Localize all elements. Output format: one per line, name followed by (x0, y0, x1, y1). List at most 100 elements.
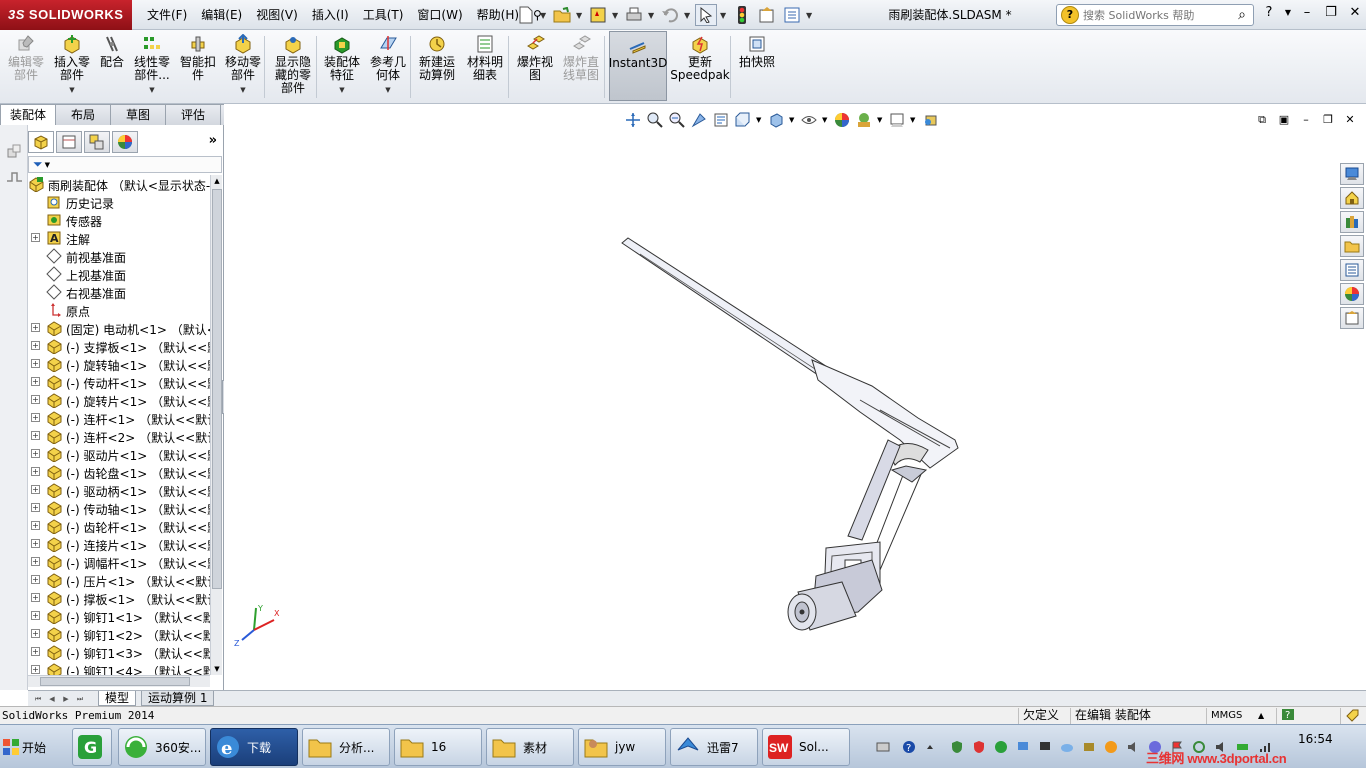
cmd-bom-button[interactable]: 材料明 细表 (462, 34, 508, 100)
doc-close-icon[interactable]: ✕ (1342, 112, 1358, 128)
apply-scene-dropdown-icon[interactable]: ▼ (877, 116, 884, 124)
view-orientation-dropdown-icon[interactable]: ▼ (756, 116, 763, 124)
cm-tab-3[interactable]: 评估 (165, 104, 222, 125)
expand-toggle-icon[interactable]: + (31, 395, 40, 404)
options-dropdown-icon[interactable]: ▼ (806, 11, 814, 20)
zoom-to-area-icon[interactable] (646, 111, 664, 129)
expand-toggle-icon[interactable]: + (31, 629, 40, 638)
sw-resources-icon[interactable] (1340, 163, 1364, 185)
print-icon[interactable] (623, 4, 645, 26)
feature-tree-filter[interactable]: ⏷ ▼ (28, 156, 222, 173)
rebuild-icon[interactable] (731, 4, 753, 26)
menu-item-3[interactable]: 插入(I) (305, 0, 356, 30)
taskbar-button-thunder[interactable]: 迅雷7 (670, 728, 758, 766)
tree-item[interactable]: + (-) 连杆<2> （默认<<默认 (28, 427, 210, 445)
menu-item-5[interactable]: 窗口(W) (410, 0, 469, 30)
tree-item[interactable]: + (-) 旋转片<1> （默认<<默 (28, 391, 210, 409)
hide-show-dropdown-icon[interactable]: ▼ (822, 116, 829, 124)
expand-toggle-icon[interactable]: + (31, 593, 40, 602)
tree-item[interactable]: + (-) 调幅杆<1> （默认<<默 (28, 553, 210, 571)
tree-item[interactable]: + (-) 旋转轴<1> （默认<<默 (28, 355, 210, 373)
cmd-mate-button[interactable]: 配合 (96, 34, 128, 100)
home-icon[interactable] (1340, 187, 1364, 209)
security-tray-icon[interactable] (950, 740, 964, 754)
expand-toggle-icon[interactable]: + (31, 359, 40, 368)
feature-tree-scrollbar[interactable]: ▲ ▼ (210, 175, 222, 675)
cm-tab-2[interactable]: 草图 (110, 104, 167, 125)
print-dropdown-icon[interactable]: ▼ (648, 11, 656, 20)
network-tray-icon[interactable] (1016, 740, 1030, 754)
apply-scene-icon[interactable] (855, 111, 873, 129)
display-tray-icon[interactable] (1038, 740, 1052, 754)
open-document-icon[interactable] (551, 4, 573, 26)
file-explorer-icon[interactable] (1340, 235, 1364, 257)
tree-item[interactable]: + (-) 铆钉1<1> （默认<<默认 (28, 607, 210, 625)
taskbar-button-folder[interactable]: 16 (394, 728, 482, 766)
property-manager-tab-icon[interactable] (56, 131, 82, 153)
view-orientation-icon[interactable] (734, 111, 752, 129)
previous-view-icon[interactable] (668, 111, 686, 129)
minimize-icon[interactable]: – (1298, 4, 1316, 22)
expand-toggle-icon[interactable]: + (31, 521, 40, 530)
units-dropdown-icon[interactable]: ▲ (1254, 708, 1268, 724)
status-help-icon[interactable]: ? (1276, 708, 1299, 724)
expand-toggle-icon[interactable]: + (31, 611, 40, 620)
undo-icon[interactable] (659, 4, 681, 26)
cmd-smart-fastener-button[interactable]: 智能扣 件 (176, 34, 220, 100)
doc-restore-icon[interactable]: ❐ (1320, 112, 1336, 128)
cm-tab-1[interactable]: 布局 (55, 104, 112, 125)
wiper-assembly-model[interactable] (600, 225, 980, 645)
save-dropdown-icon[interactable]: ▼ (612, 11, 620, 20)
taskbar-button-folder[interactable]: 素材 (486, 728, 574, 766)
expand-toggle-icon[interactable]: + (31, 647, 40, 656)
first-tab-icon[interactable]: ⏮ (32, 693, 44, 705)
prev-tab-icon[interactable]: ◀ (46, 693, 58, 705)
cmd-show-hidden-button[interactable]: 显示隐 藏的零 部件 (270, 34, 316, 100)
360-tray-icon[interactable] (994, 740, 1008, 754)
help-tray-icon[interactable]: ? (902, 740, 916, 754)
tree-item[interactable]: 上视基准面 (28, 265, 210, 283)
tree-item[interactable]: + (-) 齿轮盘<1> （默认<<默 (28, 463, 210, 481)
cmd-dropdown-icon[interactable]: ▼ (339, 84, 344, 97)
help-icon[interactable]: ? (1260, 4, 1278, 22)
help-dropdown-icon[interactable]: ▼ (1284, 4, 1292, 22)
scroll-down-icon[interactable]: ▼ (211, 663, 223, 675)
cmd-assembly-feature-button[interactable]: 装配体 特征 ▼ (318, 34, 366, 100)
antivirus-tray-icon[interactable] (972, 740, 986, 754)
edit-appearance-icon[interactable] (833, 111, 851, 129)
tree-item[interactable]: + (-) 齿轮杆<1> （默认<<默 (28, 517, 210, 535)
tray-expand-icon[interactable] (926, 740, 934, 754)
star-tray-icon[interactable] (1104, 740, 1118, 754)
menu-item-1[interactable]: 编辑(E) (194, 0, 249, 30)
feature-tree-hscrollbar[interactable] (28, 675, 210, 687)
expand-toggle-icon[interactable]: + (31, 431, 40, 440)
design-library-icon[interactable] (1340, 211, 1364, 233)
tile-view-icon[interactable]: ⧉ (1254, 112, 1270, 128)
taskbar-button-folder[interactable]: 分析... (302, 728, 390, 766)
section-view-icon[interactable] (690, 111, 708, 129)
start-button[interactable]: 开始 (2, 729, 54, 765)
tree-item[interactable]: + (-) 连接片<1> （默认<<默 (28, 535, 210, 553)
custom-properties-icon[interactable] (1340, 307, 1364, 329)
help-search-input[interactable] (1083, 8, 1231, 22)
cmd-dropdown-icon[interactable]: ▼ (385, 84, 390, 97)
cmd-dropdown-icon[interactable]: ▼ (69, 84, 74, 97)
tree-item[interactable]: 右视基准面 (28, 283, 210, 301)
tree-item[interactable]: + (-) 传动杆<1> （默认<<默 (28, 373, 210, 391)
display-style-dropdown-icon[interactable]: ▼ (789, 116, 796, 124)
configuration-manager-tab-icon[interactable] (84, 131, 110, 153)
cmd-reference-geometry-button[interactable]: 参考几 何体 ▼ (366, 34, 410, 100)
close-icon[interactable]: ✕ (1346, 4, 1364, 22)
taskbar-button-360-browser[interactable]: 360安... (118, 728, 206, 766)
search-icon[interactable]: ⌕ (1231, 7, 1253, 23)
display-manager-tab-icon[interactable] (112, 131, 138, 153)
menu-item-2[interactable]: 视图(V) (249, 0, 305, 30)
tree-item[interactable]: 雨刷装配体 （默认<显示状态- (28, 175, 210, 193)
cm-tab-0[interactable]: 装配体 (0, 104, 57, 125)
feature-tree-tab-icon[interactable] (28, 131, 54, 153)
cmd-explode-line-button[interactable]: 爆炸直 线草图 (558, 34, 604, 100)
view-palette-icon[interactable] (1340, 259, 1364, 281)
new-dropdown-icon[interactable]: ▼ (540, 11, 548, 20)
save-icon[interactable] (587, 4, 609, 26)
tree-item[interactable]: + (固定) 电动机<1> （默认< (28, 319, 210, 337)
